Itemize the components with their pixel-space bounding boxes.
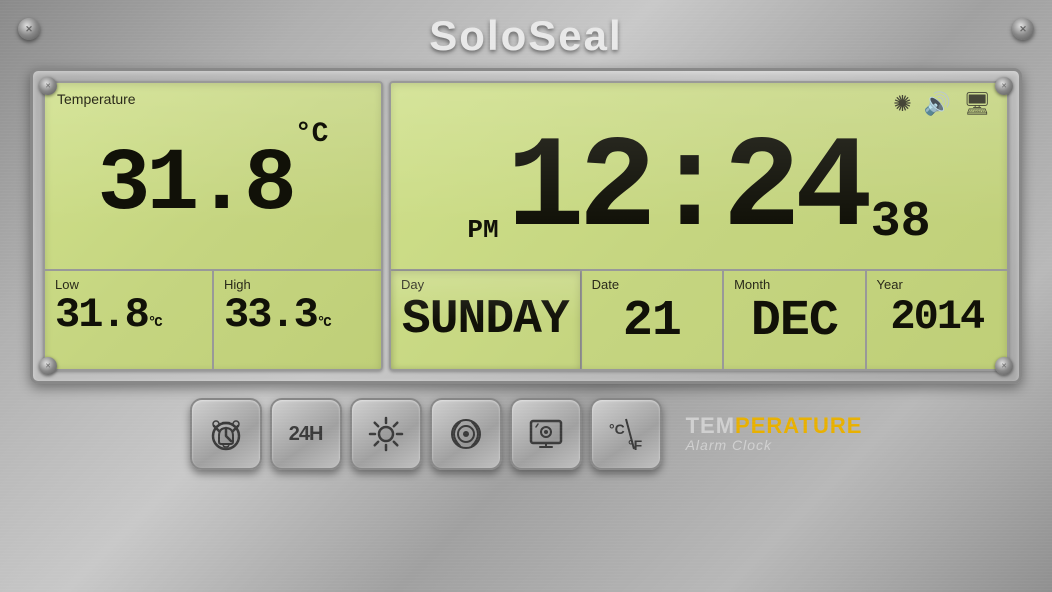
high-label: High [224,277,371,292]
low-unit: °C [148,316,161,331]
time24h-label: 24H [289,423,323,446]
day-value: SUNDAY [401,292,570,350]
clock-time-row: PM 12:24 38 [407,121,991,261]
high-unit: °C [317,316,330,331]
display-status-icon: 🖥 [963,91,991,117]
temperature-panel: Temperature 31.8 °C Low 31.8 °C High [43,81,383,371]
low-value-display: 31.8 °C [55,292,202,338]
date-row: Day SUNDAY Date 21 Month DEC Year 2014 [391,269,1007,369]
date-label: Date [592,277,712,292]
sound-icon [446,414,486,454]
temp-unit-button[interactable]: °C °F [590,398,662,470]
button-row: 24H [0,384,1052,480]
brightness-status-icon: ✺ [893,91,911,117]
panel-screw-tr [995,77,1013,95]
main-panel: Temperature 31.8 °C Low 31.8 °C High [30,68,1022,384]
temp-main-section: Temperature 31.8 °C [45,83,381,269]
high-value: 33.3 [224,292,317,338]
corner-screw-tr [1012,18,1034,40]
low-value: 31.8 [55,292,148,338]
temp-low-section: Low 31.8 °C [45,271,212,369]
brightness-icon [366,414,406,454]
month-label: Month [734,277,854,292]
temp-high-section: High 33.3 °C [212,271,381,369]
date-month-cell: Month DEC [722,271,864,369]
clock-seconds: 38 [871,194,931,251]
clock-minutes: 24 [723,117,867,264]
brightness-button[interactable] [350,398,422,470]
clock-time-big: 12:24 [507,126,867,256]
app-title: SoloSeal [0,0,1052,68]
clock-ampm: PM [467,215,498,245]
date-day-cell: Day SUNDAY [391,271,580,369]
date-year-cell: Year 2014 [865,271,1007,369]
temp-unit-icon: °C °F [606,414,646,454]
alarm-button[interactable] [190,398,262,470]
month-value: DEC [734,292,854,352]
brand-perature: PERATURE [735,413,862,438]
sound-button[interactable] [430,398,502,470]
clock-colon: : [651,126,723,256]
temp-low-high-row: Low 31.8 °C High 33.3 °C [45,269,381,369]
temperature-label: Temperature [57,91,136,107]
panel-screw-br [995,357,1013,375]
clock-icons-row: ✺ 🔊 🖥 [407,91,991,117]
displays-row: Temperature 31.8 °C Low 31.8 °C High [43,81,1009,371]
panel-screw-bl [39,357,57,375]
temp-current-value: 31.8 [98,142,293,230]
time24h-button[interactable]: 24H [270,398,342,470]
clock-panel: ✺ 🔊 🖥 PM 12:24 38 Day SUNDAY [389,81,1009,371]
svg-text:°F: °F [628,437,643,453]
alarm-icon [206,414,246,454]
brand-area: TEMPERATURE Alarm Clock [686,415,863,453]
clock-main-section: ✺ 🔊 🖥 PM 12:24 38 [391,83,1007,269]
date-date-cell: Date 21 [580,271,722,369]
brand-subtitle: Alarm Clock [686,437,772,453]
brand-tem: TEM [686,413,735,438]
year-label: Year [877,277,997,292]
low-label: Low [55,277,202,292]
panel-screw-tl [39,77,57,95]
corner-screw-tl [18,18,40,40]
date-value: 21 [592,292,712,352]
sound-status-icon: 🔊 [924,91,951,117]
high-value-display: 33.3 °C [224,292,371,338]
brand-title: TEMPERATURE [686,415,863,437]
clock-hours: 12 [507,117,651,264]
display-button[interactable] [510,398,582,470]
year-value: 2014 [877,292,997,342]
svg-text:°C: °C [609,421,625,437]
temp-unit: °C [295,119,329,150]
temp-value-display: 31.8 °C [57,91,369,261]
display-icon [526,414,566,454]
day-label: Day [401,277,570,292]
